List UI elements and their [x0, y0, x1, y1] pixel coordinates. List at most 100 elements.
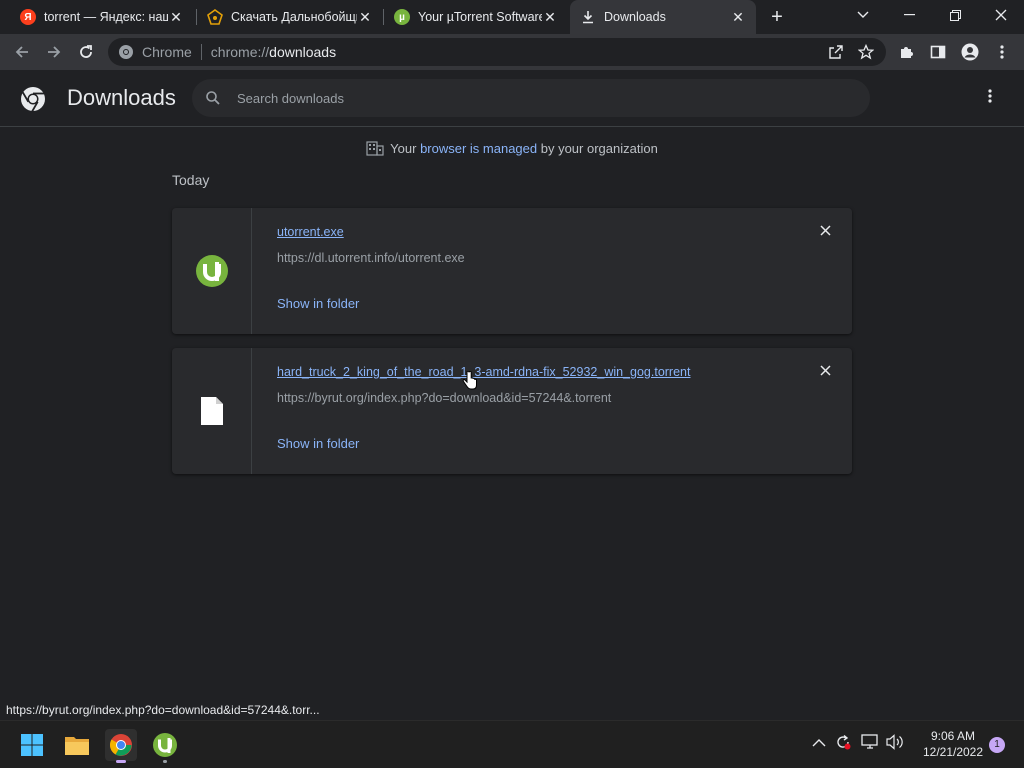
close-window-button[interactable] — [978, 0, 1024, 30]
reload-button[interactable] — [74, 40, 98, 64]
show-in-folder-button[interactable]: Show in folder — [277, 296, 359, 311]
download-item: utorrent.exe https://dl.utorrent.info/ut… — [172, 208, 852, 334]
sync-tray-icon[interactable] — [834, 733, 852, 755]
downloads-header: Downloads Search downloads — [0, 70, 1024, 127]
taskbar-file-explorer[interactable] — [61, 729, 93, 761]
taskbar-utorrent[interactable] — [149, 729, 181, 763]
clock-time: 9:06 AM — [930, 729, 976, 743]
network-tray-icon[interactable] — [860, 733, 880, 755]
minimize-icon — [903, 14, 915, 16]
share-icon[interactable] — [828, 44, 844, 60]
address-bar[interactable]: Chrome chrome:// downloads — [108, 38, 886, 66]
back-button[interactable] — [10, 40, 34, 64]
reload-icon — [80, 45, 92, 58]
active-app-indicator — [116, 760, 126, 763]
close-tab-icon[interactable]: ✕ — [730, 9, 746, 26]
tab-title: torrent — Яндекс: нашлось — [44, 10, 168, 24]
utorrent-icon: µ — [394, 9, 410, 25]
close-icon — [819, 225, 831, 236]
file-icon — [200, 397, 223, 425]
tab-title: Your µTorrent Software — [418, 10, 542, 24]
search-downloads-input[interactable]: Search downloads — [192, 79, 870, 117]
clock-date: 12/21/2022 — [922, 745, 984, 759]
omnibox-url-prefix: chrome:// — [210, 44, 270, 60]
download-source-url[interactable]: https://byrut.org/index.php?do=download&… — [277, 391, 611, 405]
managed-text-before: Your — [390, 141, 421, 156]
search-placeholder: Search downloads — [237, 90, 344, 106]
side-panel-button[interactable] — [926, 40, 950, 64]
more-vert-icon — [988, 89, 992, 103]
yandex-icon: Я — [20, 9, 36, 25]
notification-badge[interactable]: 1 — [989, 737, 1005, 753]
date-section-label: Today — [172, 172, 210, 188]
more-vert-icon — [1000, 45, 1004, 59]
tab-byrut[interactable]: Скачать Дальнобойщики ✕ — [197, 0, 383, 34]
download-file-icon-column — [172, 348, 252, 474]
close-icon — [995, 9, 1007, 21]
utorrent-icon — [153, 733, 177, 757]
downloads-menu-button[interactable] — [980, 88, 1000, 110]
chevron-down-icon — [857, 11, 869, 18]
tab-title: Скачать Дальнобойщики — [231, 10, 357, 24]
download-item: hard_truck_2_king_of_the_road_1_3-amd-rd… — [172, 348, 852, 474]
close-tab-icon[interactable]: ✕ — [168, 9, 184, 26]
download-file-icon-column — [172, 208, 252, 334]
forward-button[interactable] — [42, 40, 66, 64]
search-icon — [206, 91, 220, 105]
building-icon — [366, 141, 384, 156]
tab-downloads[interactable]: Downloads ✕ — [570, 0, 756, 34]
browser-toolbar: Chrome chrome:// downloads — [0, 34, 1024, 70]
windows-taskbar: 9:06 AM 12/21/2022 1 — [0, 720, 1024, 768]
taskbar-chrome[interactable] — [105, 729, 137, 763]
remove-download-button[interactable] — [816, 363, 834, 381]
puzzle-icon — [901, 47, 913, 58]
omnibox-url-host: downloads — [269, 44, 337, 60]
chrome-menu-button[interactable] — [990, 40, 1014, 64]
new-tab-button[interactable]: + — [766, 6, 788, 28]
close-tab-icon[interactable]: ✕ — [357, 9, 373, 26]
download-filename-link[interactable]: utorrent.exe — [277, 225, 344, 239]
omnibox-scheme: Chrome — [142, 44, 192, 60]
tab-utorrent[interactable]: µ Your µTorrent Software ✕ — [384, 0, 568, 34]
hand-cursor-icon — [462, 371, 477, 390]
byrut-icon — [207, 9, 223, 25]
managed-link[interactable]: browser is managed — [420, 141, 537, 156]
restore-button[interactable] — [932, 0, 978, 30]
close-tab-icon[interactable]: ✕ — [542, 9, 558, 26]
windows-logo-icon — [21, 734, 43, 756]
managed-text-after: by your organization — [537, 141, 658, 156]
show-in-folder-button[interactable]: Show in folder — [277, 436, 359, 451]
extensions-button[interactable] — [894, 40, 918, 64]
folder-icon — [65, 737, 89, 755]
tab-title: Downloads — [604, 10, 666, 24]
page-title: Downloads — [67, 85, 176, 110]
download-icon — [580, 9, 596, 25]
remove-download-button[interactable] — [816, 223, 834, 241]
start-button[interactable] — [16, 729, 48, 761]
tab-strip: Я torrent — Яндекс: нашлось ✕ Скачать Да… — [0, 0, 1024, 34]
volume-tray-icon[interactable] — [885, 733, 905, 755]
show-hidden-icons-button[interactable] — [812, 735, 826, 752]
avatar-icon — [961, 43, 979, 61]
running-app-indicator — [163, 760, 167, 763]
side-panel-icon — [930, 45, 946, 59]
bookmark-star-icon[interactable] — [858, 44, 874, 60]
chrome-site-icon[interactable] — [118, 44, 134, 60]
chrome-icon — [110, 734, 132, 756]
minimize-button[interactable] — [886, 0, 932, 30]
arrow-right-icon — [48, 46, 61, 58]
taskbar-clock[interactable]: 9:06 AM 12/21/2022 — [910, 728, 996, 760]
download-source-url[interactable]: https://dl.utorrent.info/utorrent.exe — [277, 251, 465, 265]
downloads-page: Downloads Search downloads Your browser … — [0, 70, 1024, 698]
managed-notice: Your browser is managed by your organiza… — [0, 140, 1024, 156]
utorrent-icon — [195, 255, 228, 287]
restore-icon — [949, 9, 961, 21]
tab-yandex[interactable]: Я torrent — Яндекс: нашлось ✕ — [10, 0, 194, 34]
chevron-up-icon — [812, 739, 826, 747]
arrow-left-icon — [15, 46, 28, 58]
profile-button[interactable] — [958, 40, 982, 64]
tab-search-button[interactable] — [840, 0, 886, 30]
download-filename-link[interactable]: hard_truck_2_king_of_the_road_1_3-amd-rd… — [277, 365, 690, 379]
chrome-logo-icon — [21, 87, 45, 112]
close-icon — [819, 365, 831, 376]
